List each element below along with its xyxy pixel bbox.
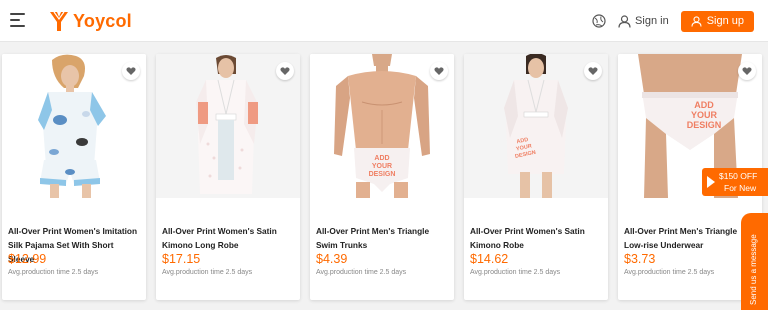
heart-icon bbox=[126, 67, 136, 75]
user-icon bbox=[691, 15, 702, 27]
play-arrow-icon bbox=[707, 176, 715, 188]
product-title[interactable]: All-Over Print Men's Triangle Low-rise U… bbox=[624, 224, 758, 252]
production-time: Avg.production time 2.5 days bbox=[316, 269, 407, 276]
product-card[interactable]: All-Over Print Women's Imitation Silk Pa… bbox=[2, 54, 146, 300]
top-nav-bar: Yoycol Sign in Sign up bbox=[0, 0, 768, 42]
sign-in-link[interactable]: Sign in bbox=[618, 14, 669, 28]
production-time: Avg.production time 2.5 days bbox=[624, 269, 715, 276]
production-time: Avg.production time 2.5 days bbox=[470, 269, 561, 276]
product-price: $4.39 bbox=[316, 252, 348, 266]
product-price: $14.62 bbox=[470, 252, 509, 266]
promo-subtitle: For New bbox=[724, 183, 757, 193]
product-price: $12.99 bbox=[8, 252, 47, 266]
sign-up-button[interactable]: Sign up bbox=[680, 10, 754, 32]
print-text: ADD bbox=[694, 100, 714, 110]
product-price: $3.73 bbox=[624, 252, 656, 266]
send-message-label: Send us a message bbox=[749, 234, 758, 305]
send-message-tab[interactable]: Send us a message bbox=[741, 213, 768, 310]
brand-name: Yoycol bbox=[73, 10, 132, 31]
product-title[interactable]: All-Over Print Women's Satin Kimono Long… bbox=[162, 224, 296, 252]
product-card[interactable]: All-Over Print Women's Satin Kimono Long… bbox=[156, 54, 300, 300]
heart-icon bbox=[280, 67, 290, 75]
print-text: ADD bbox=[374, 155, 389, 162]
brand-logo[interactable]: Yoycol bbox=[49, 9, 132, 33]
globe-icon[interactable] bbox=[592, 14, 606, 28]
product-grid: All-Over Print Women's Imitation Silk Pa… bbox=[2, 54, 768, 310]
favorite-heart-button[interactable] bbox=[584, 62, 602, 80]
product-card[interactable]: ADD YOUR DESIGN All-Over Print Women's S… bbox=[464, 54, 608, 300]
sign-up-label: Sign up bbox=[706, 15, 744, 27]
favorite-heart-button[interactable] bbox=[276, 62, 294, 80]
heart-icon bbox=[742, 67, 752, 75]
sign-in-label: Sign in bbox=[635, 15, 669, 27]
logo-icon bbox=[50, 11, 68, 31]
product-card[interactable]: ADD YOUR DESIGN All-Over Print Men's Tri… bbox=[310, 54, 454, 300]
print-text: YOUR bbox=[691, 110, 718, 120]
favorite-heart-button[interactable] bbox=[430, 62, 448, 80]
print-text: DESIGN bbox=[369, 171, 396, 178]
favorite-heart-button[interactable] bbox=[738, 62, 756, 80]
menu-icon[interactable] bbox=[10, 13, 25, 27]
heart-icon bbox=[588, 67, 598, 75]
favorite-heart-button[interactable] bbox=[122, 62, 140, 80]
product-title[interactable]: All-Over Print Women's Satin Kimono Robe bbox=[470, 224, 604, 252]
product-title[interactable]: All-Over Print Men's Triangle Swim Trunk… bbox=[316, 224, 450, 252]
promo-banner[interactable]: $150 OFF For New bbox=[702, 168, 768, 196]
print-text: DESIGN bbox=[687, 120, 722, 130]
user-icon bbox=[618, 14, 631, 28]
production-time: Avg.production time 2.5 days bbox=[162, 269, 253, 276]
print-text: YOUR bbox=[372, 163, 392, 170]
production-time: Avg.production time 2.5 days bbox=[8, 269, 99, 276]
heart-icon bbox=[434, 67, 444, 75]
promo-amount: $150 OFF bbox=[719, 171, 758, 181]
product-price: $17.15 bbox=[162, 252, 201, 266]
